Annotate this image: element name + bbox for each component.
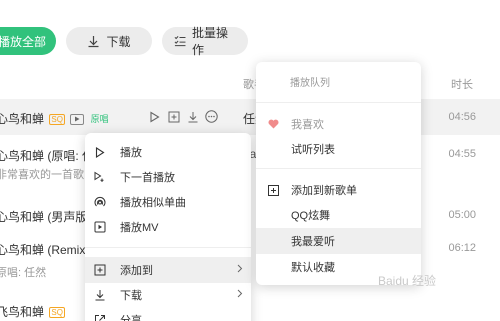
submenu-item-new-playlist[interactable]: 添加到新歌单 <box>256 177 421 203</box>
more-icon[interactable] <box>205 110 218 123</box>
menu-item-label: 下载 <box>120 290 142 302</box>
radio-icon <box>94 196 106 208</box>
menu-divider <box>85 247 251 248</box>
submenu-item-trial-list[interactable]: 试听列表 <box>256 136 421 162</box>
row-actions <box>148 110 218 123</box>
chevron-right-icon <box>237 289 243 301</box>
menu-item-add-to[interactable]: 添加到 <box>85 257 251 283</box>
plus-box-icon <box>267 184 279 196</box>
song-row[interactable]: 心鸟和蝉 SQ 原唱 任然 04:56 <box>0 99 500 135</box>
menu-item-label: QQ炫舞 <box>291 210 331 222</box>
download-icon[interactable] <box>186 110 199 123</box>
menu-item-label: 默认收藏 <box>291 262 335 274</box>
submenu-item-playlist[interactable]: QQ炫舞 <box>256 202 421 228</box>
next-play-icon <box>94 171 106 183</box>
play-all-label: 播放全部 <box>0 34 46 49</box>
mv-badge[interactable] <box>70 114 85 125</box>
play-queue-item[interactable]: 播放队列 <box>290 74 330 89</box>
song-title-text: 飞鸟和蝉 <box>0 305 45 319</box>
song-context-menu: 播放 下一首播放 播放相似单曲 播放MV 添加到 下载 分享 <box>85 133 251 321</box>
play-icon[interactable] <box>148 110 161 123</box>
song-title: 心鸟和蝉 (Remix) <box>0 243 90 257</box>
submenu-item-playlist[interactable]: 我最爱听 <box>256 228 421 254</box>
song-title: 心鸟和蝉 SQ 原唱 <box>0 110 110 127</box>
menu-item-download[interactable]: 下载 <box>85 282 251 308</box>
menu-divider <box>256 168 421 169</box>
menu-item-label: 播放相似单曲 <box>120 197 186 209</box>
submenu-item-my-favorites[interactable]: 我喜欢 <box>256 111 421 137</box>
song-title: 心鸟和蝉 (男声版) <box>0 210 92 224</box>
add-icon[interactable] <box>167 110 180 123</box>
menu-item-label: 试听列表 <box>291 144 335 156</box>
song-duration: 06:12 <box>448 242 476 254</box>
menu-item-label: 分享 <box>120 315 142 321</box>
toolbar: 播放全部 下载 批量操作 <box>0 26 248 57</box>
watermark: Baidu 经验 <box>378 274 437 288</box>
song-duration: 04:56 <box>448 111 476 123</box>
menu-item-play-next[interactable]: 下一首播放 <box>85 164 251 190</box>
mv-icon <box>94 221 106 233</box>
sq-badge: SQ <box>49 307 65 318</box>
duration-column-header[interactable]: 时长 <box>451 76 473 92</box>
menu-item-label: 播放MV <box>120 222 159 234</box>
menu-item-label: 添加到 <box>120 265 153 277</box>
song-duration: 05:00 <box>448 209 476 221</box>
add-to-submenu: 播放队列 我喜欢 试听列表 添加到新歌单 QQ炫舞 我最爱听 默认收藏 <box>256 62 421 285</box>
chevron-right-icon <box>237 264 243 276</box>
menu-item-play-similar[interactable]: 播放相似单曲 <box>85 189 251 215</box>
play-icon <box>94 146 106 158</box>
download-label: 下载 <box>106 34 131 49</box>
batch-operation-label: 批量操作 <box>191 26 228 57</box>
menu-item-play[interactable]: 播放 <box>85 139 251 165</box>
menu-item-label: 播放 <box>120 147 142 159</box>
play-all-button[interactable]: 播放全部 <box>0 27 56 55</box>
menu-item-play-mv[interactable]: 播放MV <box>85 214 251 240</box>
mv-play-icon <box>75 116 80 122</box>
add-icon <box>94 264 106 276</box>
sq-badge: SQ <box>49 114 65 125</box>
menu-divider <box>256 102 421 103</box>
menu-item-label: 我最爱听 <box>291 236 335 248</box>
song-subtitle: 原唱: 任然 <box>0 267 47 279</box>
download-icon <box>94 289 106 301</box>
share-icon <box>94 314 106 321</box>
song-title-text: 心鸟和蝉 <box>0 112 45 126</box>
song-title: 飞鸟和蝉 SQ <box>0 303 65 320</box>
menu-item-label: 我喜欢 <box>291 119 324 131</box>
menu-item-label: 添加到新歌单 <box>291 185 357 197</box>
song-duration: 04:55 <box>448 148 476 160</box>
heart-icon <box>267 118 279 130</box>
menu-item-label: 下一首播放 <box>120 172 175 184</box>
list-check-icon <box>174 36 186 47</box>
download-button[interactable]: 下载 <box>66 27 152 55</box>
menu-item-share[interactable]: 分享 <box>85 307 251 321</box>
batch-operation-button[interactable]: 批量操作 <box>162 26 248 57</box>
download-icon <box>88 35 99 47</box>
original-badge: 原唱 <box>90 114 109 124</box>
